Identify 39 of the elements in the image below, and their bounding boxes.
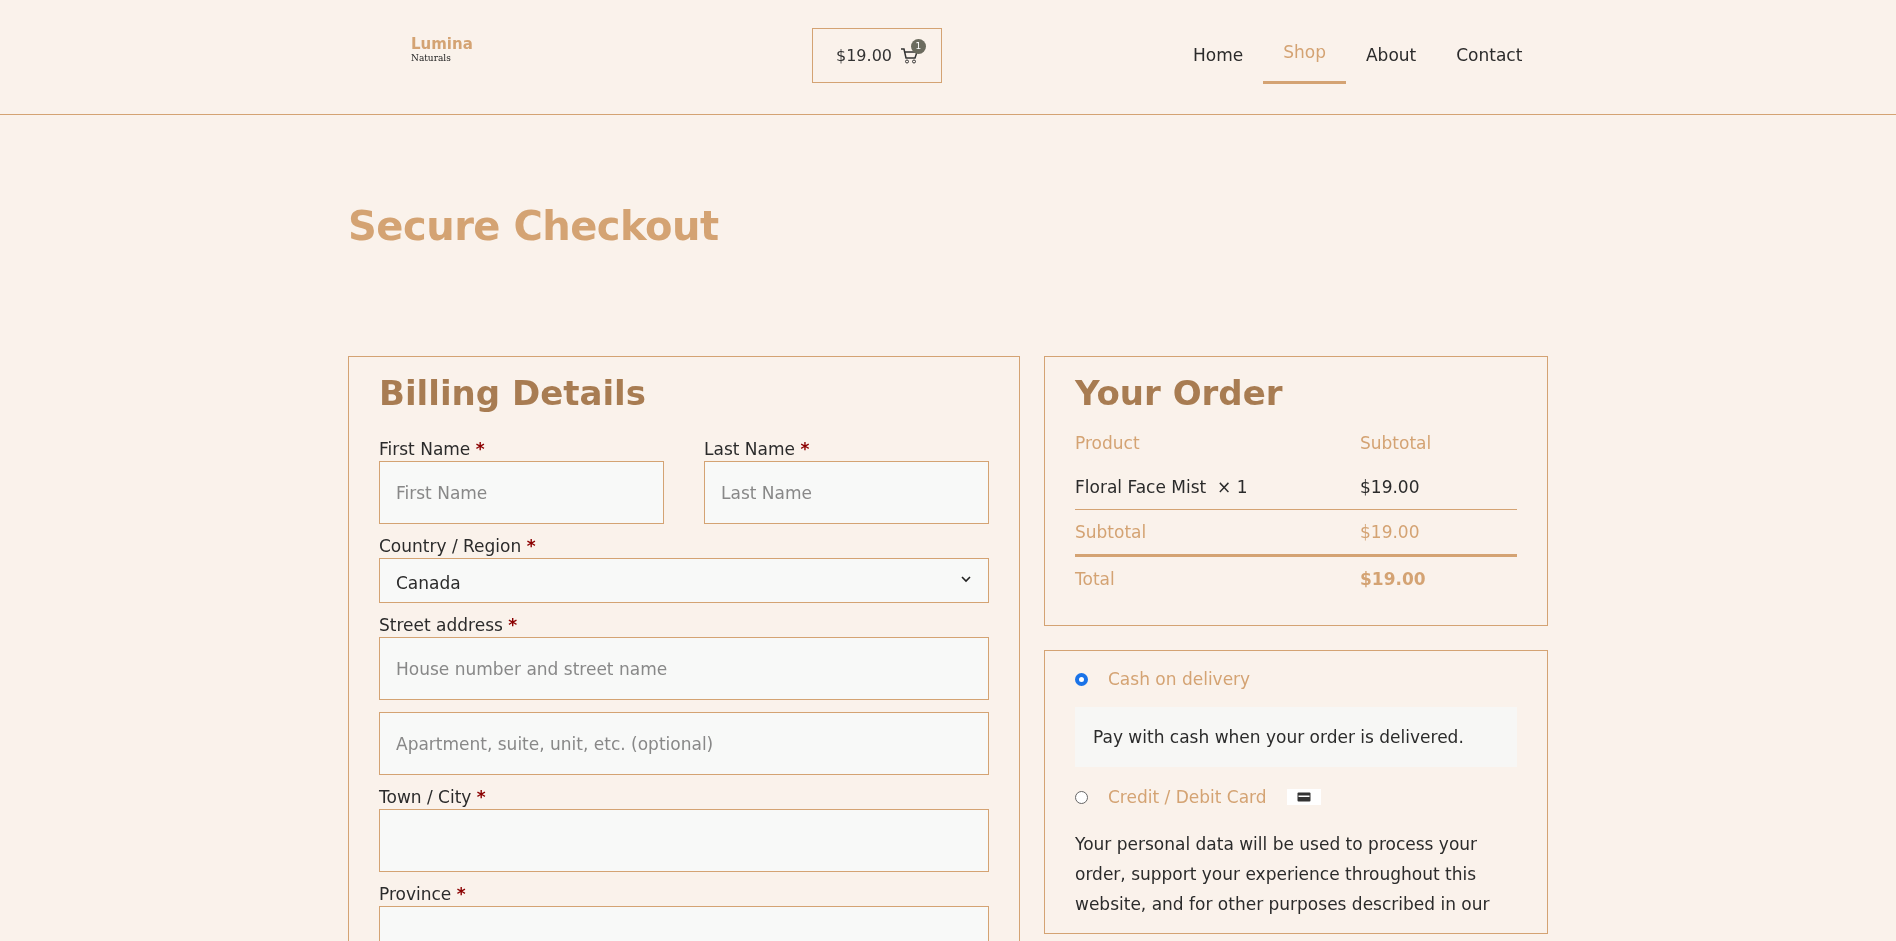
- column-header: Subtotal: [1360, 433, 1432, 453]
- field-label: First Name *: [379, 439, 486, 459]
- privacy-text: Your personal data will be used to process your order, support your experience throughout this website, and for other purposes described in our: [1075, 833, 1491, 916]
- field-label: Province *: [379, 884, 467, 904]
- payment-description: Pay with cash when your order is delivered.: [1075, 707, 1517, 767]
- country-select[interactable]: Canada: [379, 558, 989, 603]
- input-field[interactable]: House number and street name: [379, 637, 989, 700]
- field-label: Country / Region *: [379, 536, 537, 556]
- chevron-icon: [960, 573, 972, 585]
- input-field[interactable]: Apartment, suite, unit, etc. (optional): [379, 712, 989, 775]
- table-cell: $19.00: [1360, 522, 1420, 542]
- input-field[interactable]: [379, 809, 989, 872]
- payment-method-label: Cash on delivery: [1108, 669, 1251, 689]
- field-label: Street address *: [379, 615, 519, 635]
- table-cell: $19.00: [1360, 477, 1420, 497]
- field-label: Last Name *: [704, 439, 811, 459]
- payment-method-label: Credit / Debit Card: [1108, 787, 1267, 807]
- input-field[interactable]: Last Name: [704, 461, 989, 524]
- radio-button[interactable]: [1075, 790, 1088, 804]
- field-label: Town / City *: [379, 787, 487, 807]
- table-cell: $19.00: [1360, 569, 1426, 589]
- section-title: Your Order: [1075, 373, 1284, 413]
- section-title: Billing Details: [379, 373, 647, 413]
- nav-link[interactable]: Contact: [1436, 28, 1543, 84]
- table-cell-text: Subtotal: [1075, 522, 1148, 542]
- cart-count-badge: 1: [911, 38, 926, 54]
- radio-button[interactable]: [1075, 672, 1088, 686]
- logo-tagline: Naturals: [411, 52, 452, 63]
- cart-button[interactable]: $19.00 1: [812, 28, 942, 83]
- nav-link[interactable]: About: [1345, 28, 1437, 84]
- page-title: Secure Checkout: [348, 202, 720, 251]
- credit-card-icon: [1286, 789, 1321, 805]
- cart-icon: [900, 47, 918, 64]
- column-header: Product: [1075, 433, 1141, 453]
- nav-link[interactable]: Home: [1173, 28, 1264, 84]
- logo-name: Lumina: [411, 36, 473, 53]
- input-field[interactable]: First Name: [379, 461, 664, 524]
- table-cell-text: Total: [1075, 569, 1116, 589]
- product-name: Floral Face Mist × 1: [1075, 477, 1249, 497]
